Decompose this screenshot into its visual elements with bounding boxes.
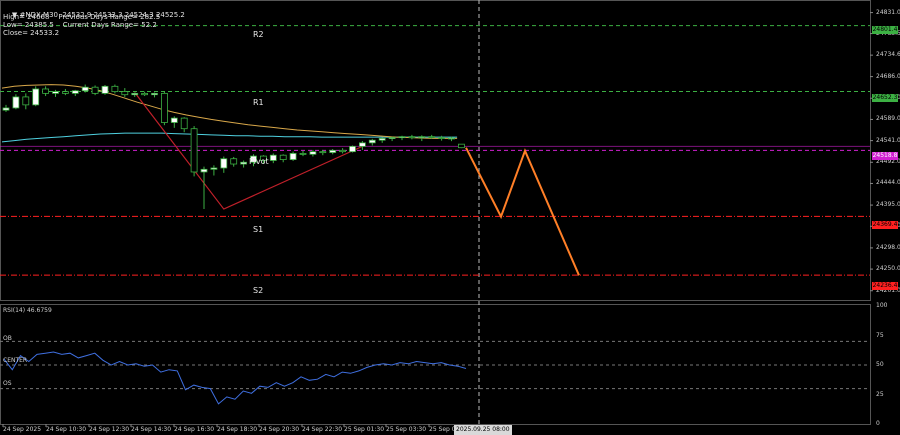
candle-body[interactable] [210, 167, 218, 170]
candle-body[interactable] [457, 143, 465, 149]
candle-body[interactable] [190, 128, 198, 173]
candle-body[interactable] [289, 153, 297, 161]
info-close: Close= 24533.2 [3, 29, 60, 37]
candle-body[interactable] [358, 142, 366, 147]
candle-body[interactable] [101, 85, 109, 94]
candle-body[interactable] [91, 86, 99, 94]
s1-price-tag: 24369.4 [872, 221, 898, 229]
candle-body[interactable] [141, 92, 149, 96]
candle-body[interactable] [52, 91, 59, 94]
candle-body[interactable] [131, 92, 139, 96]
candle-body[interactable] [368, 139, 376, 144]
candle-body[interactable] [299, 153, 307, 155]
r2-label: R2 [253, 30, 264, 39]
candle-body[interactable] [180, 117, 188, 130]
price-tick-label: 24250.0 [876, 265, 900, 273]
rsi-tick-label: 25 [876, 390, 884, 398]
candle-body[interactable] [81, 86, 89, 92]
rsi-ob-label: OB [3, 335, 12, 342]
candle-body[interactable] [279, 154, 287, 161]
candle-body[interactable] [349, 145, 356, 153]
price-tick-label: 24298.0 [876, 243, 900, 251]
price-tick-label: 24686.0 [876, 72, 900, 80]
candle-body[interactable] [448, 137, 455, 140]
candle-body[interactable] [62, 91, 69, 94]
time-tick-label: 24 Sep 20:30 [259, 426, 300, 433]
candle-body[interactable] [408, 136, 416, 139]
time-tick-label: 24 Sep 16:30 [174, 426, 215, 433]
time-tick-label: 24 Sep 22:30 [302, 426, 343, 433]
candle-body[interactable] [160, 92, 168, 123]
price-tick-label: 24831.0 [876, 8, 900, 16]
info-low: Low= 24385.5 Current Days Range= 52.2 [3, 21, 157, 29]
candle-body[interactable] [2, 107, 10, 111]
candle-body[interactable] [200, 168, 208, 173]
candle-body[interactable] [111, 85, 119, 93]
r1-label: R1 [253, 98, 264, 107]
time-cursor-label: 2025.09.25 08:00 [454, 425, 512, 435]
price-tick-label: 24734.6 [876, 51, 900, 59]
rsi-center-label: CENTER [3, 357, 28, 364]
r1-price-tag: 24652.3 [872, 94, 898, 102]
candle-body[interactable] [329, 149, 337, 153]
time-tick-label: 24 Sep 14:30 [131, 426, 172, 433]
time-tick-label: 24 Sep 18:30 [217, 426, 258, 433]
candle-body[interactable] [240, 161, 248, 165]
time-tick-label: 24 Sep 12:30 [89, 426, 130, 433]
time-tick-label: 24 Sep 10:30 [46, 426, 87, 433]
rsi-tick-label: 50 [876, 361, 884, 368]
s2-price-tag: 24236.4 [872, 282, 898, 290]
candle-body[interactable] [42, 88, 49, 94]
r2-price-tag: 24801.4 [872, 26, 898, 34]
s1-label: S1 [253, 225, 264, 234]
price-tick-label: 24395.0 [876, 201, 900, 209]
price-tick-label: 24541.0 [876, 136, 900, 144]
rsi-line [3, 351, 467, 405]
candle-body[interactable] [71, 90, 79, 94]
ma-fast-line [1, 84, 458, 139]
candle-body[interactable] [388, 137, 396, 139]
price-chart[interactable] [0, 0, 900, 435]
info-high: High= 24668 Previous Days Range= 282.5 [3, 13, 161, 21]
candle-body[interactable] [220, 158, 228, 169]
time-tick-label: 25 Sep 0 [429, 426, 456, 433]
s2-label: S2 [253, 286, 264, 295]
rsi-title: RSI(14) 46.6759 [3, 307, 52, 314]
candle-body[interactable] [378, 138, 386, 141]
candle-body[interactable] [121, 91, 129, 96]
candle-body[interactable] [438, 137, 446, 139]
candle-body[interactable] [22, 96, 30, 106]
price-tick-label: 24444.0 [876, 179, 900, 187]
candle-body[interactable] [339, 149, 347, 153]
candle-body[interactable] [269, 154, 277, 161]
candle-body[interactable] [170, 117, 178, 123]
candle-body[interactable] [319, 151, 327, 154]
rsi-tick-label: 0 [876, 420, 880, 427]
candle-body[interactable] [418, 136, 426, 139]
candle-body[interactable] [309, 151, 317, 155]
rsi-tick-label: 75 [876, 331, 884, 339]
pivot-price-tag: 24518.8 [872, 152, 898, 160]
time-tick-label: 25 Sep 01:30 [344, 426, 385, 433]
pivot-label: Pivot [249, 157, 269, 166]
time-tick-label: 24 Sep 2025 [3, 426, 42, 433]
candle-body[interactable] [398, 136, 406, 139]
rsi-os-label: OS [3, 380, 12, 387]
candle-body[interactable] [32, 88, 40, 106]
price-tick-label: 24589.0 [876, 115, 900, 123]
candle-body[interactable] [151, 92, 158, 96]
candle-body[interactable] [428, 136, 436, 139]
candle-body[interactable] [230, 158, 238, 165]
projection-line [465, 147, 580, 276]
candle-body[interactable] [12, 96, 20, 109]
time-tick-label: 25 Sep 03:30 [386, 426, 427, 433]
rsi-tick-label: 100 [876, 302, 888, 309]
chart-window[interactable]: ▼ #NDX,M30 24532.9 24533.3 24524.3 24525… [0, 0, 900, 435]
